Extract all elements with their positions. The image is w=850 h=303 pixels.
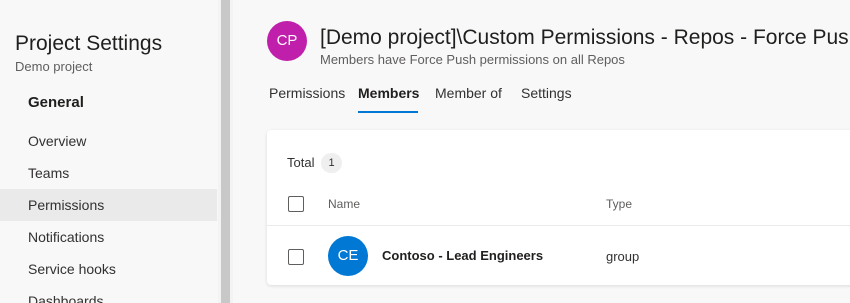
tab-members[interactable]: Members xyxy=(358,85,419,101)
sidebar-item-teams[interactable]: Teams xyxy=(0,157,217,189)
select-all-checkbox[interactable] xyxy=(288,196,304,212)
scrollbar-thumb[interactable] xyxy=(221,0,230,303)
members-card: Total 1 Name Type CE Contoso - Lead Engi… xyxy=(267,130,850,285)
sidebar-scrollbar[interactable] xyxy=(218,0,233,303)
sidebar-section-general[interactable]: General xyxy=(28,94,84,111)
tab-settings[interactable]: Settings xyxy=(521,85,572,101)
sidebar-project-name: Demo project xyxy=(15,59,93,74)
group-avatar: CP xyxy=(267,21,307,61)
row-divider xyxy=(267,225,850,226)
sidebar-item-notifications[interactable]: Notifications xyxy=(0,221,217,253)
tab-permissions[interactable]: Permissions xyxy=(269,85,345,101)
member-type: group xyxy=(606,249,640,264)
member-name[interactable]: Contoso - Lead Engineers xyxy=(382,248,543,263)
sidebar-item-overview[interactable]: Overview xyxy=(0,125,217,157)
page-title: [Demo project]\Custom Permissions - Repo… xyxy=(320,26,850,49)
total-count-badge: 1 xyxy=(321,153,342,173)
page-subtitle: Members have Force Push permissions on a… xyxy=(320,52,625,67)
tab-member-of[interactable]: Member of xyxy=(435,85,502,101)
sidebar-title: Project Settings xyxy=(15,32,163,55)
sidebar: Project Settings Demo project General Ov… xyxy=(0,0,217,303)
active-tab-indicator xyxy=(358,111,418,113)
sidebar-item-dashboards[interactable]: Dashboards xyxy=(0,285,217,303)
sidebar-item-service-hooks[interactable]: Service hooks xyxy=(0,253,217,285)
member-avatar: CE xyxy=(328,236,368,276)
sidebar-item-permissions[interactable]: Permissions xyxy=(0,189,217,221)
row-checkbox[interactable] xyxy=(288,249,304,265)
column-header-name[interactable]: Name xyxy=(328,197,360,211)
column-header-type[interactable]: Type xyxy=(606,197,632,211)
total-label: Total xyxy=(287,155,315,170)
